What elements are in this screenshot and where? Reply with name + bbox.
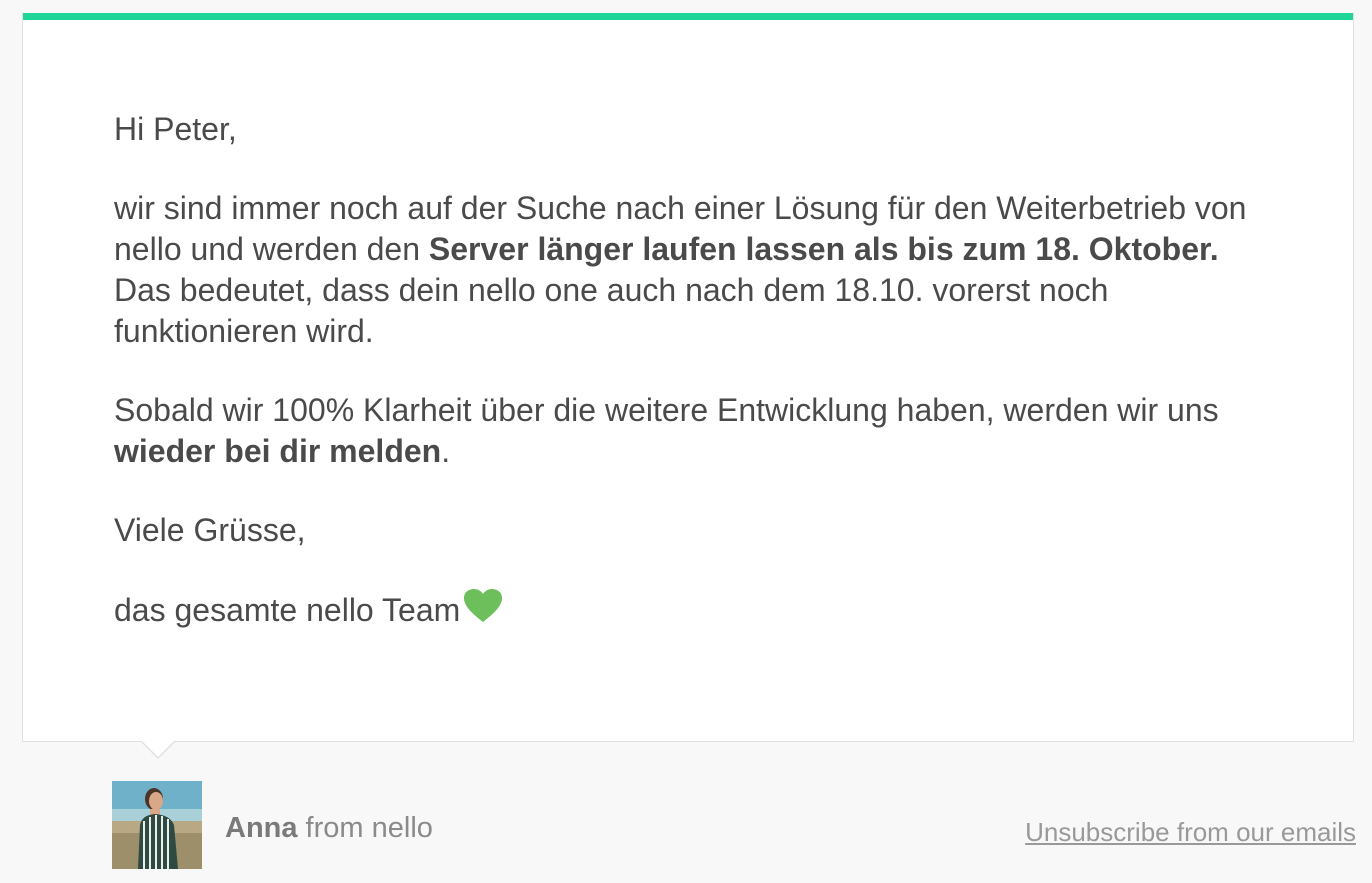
signature-line: das gesamte nello Team [114, 589, 1254, 633]
green-heart-icon [464, 589, 503, 633]
avatar [112, 781, 202, 869]
sender-name: Anna [225, 812, 298, 844]
sender-suffix: from nello [297, 812, 433, 844]
paragraph-followup: Sobald wir 100% Klarheit über die weiter… [114, 390, 1254, 472]
paragraph-text: Sobald wir 100% Klarheit über die weiter… [114, 392, 1219, 428]
greeting: Hi Peter, [114, 111, 237, 147]
sender-label: Anna from nello [225, 811, 433, 845]
unsubscribe-link[interactable]: Unsubscribe from our emails [1025, 817, 1356, 847]
closing: Viele Grüsse, [114, 512, 306, 548]
paragraph-text: . [441, 433, 451, 469]
accent-bar [23, 13, 1353, 20]
email-body: Hi Peter, wir sind immer noch auf der Su… [114, 109, 1254, 671]
bold-highlight: Server länger laufen lassen als bis zum … [428, 231, 1219, 267]
email-footer: Anna from nello Unsubscribe from our ema… [112, 781, 1356, 869]
paragraph-server-extension: wir sind immer noch auf der Suche nach e… [114, 188, 1254, 352]
bold-highlight: wieder bei dir melden [114, 433, 442, 469]
signature: das gesamte nello Team [114, 592, 461, 628]
email-card: Hi Peter, wir sind immer noch auf der Su… [22, 13, 1354, 759]
paragraph-text: Das bedeutet, dass dein nello one auch n… [114, 272, 1109, 349]
